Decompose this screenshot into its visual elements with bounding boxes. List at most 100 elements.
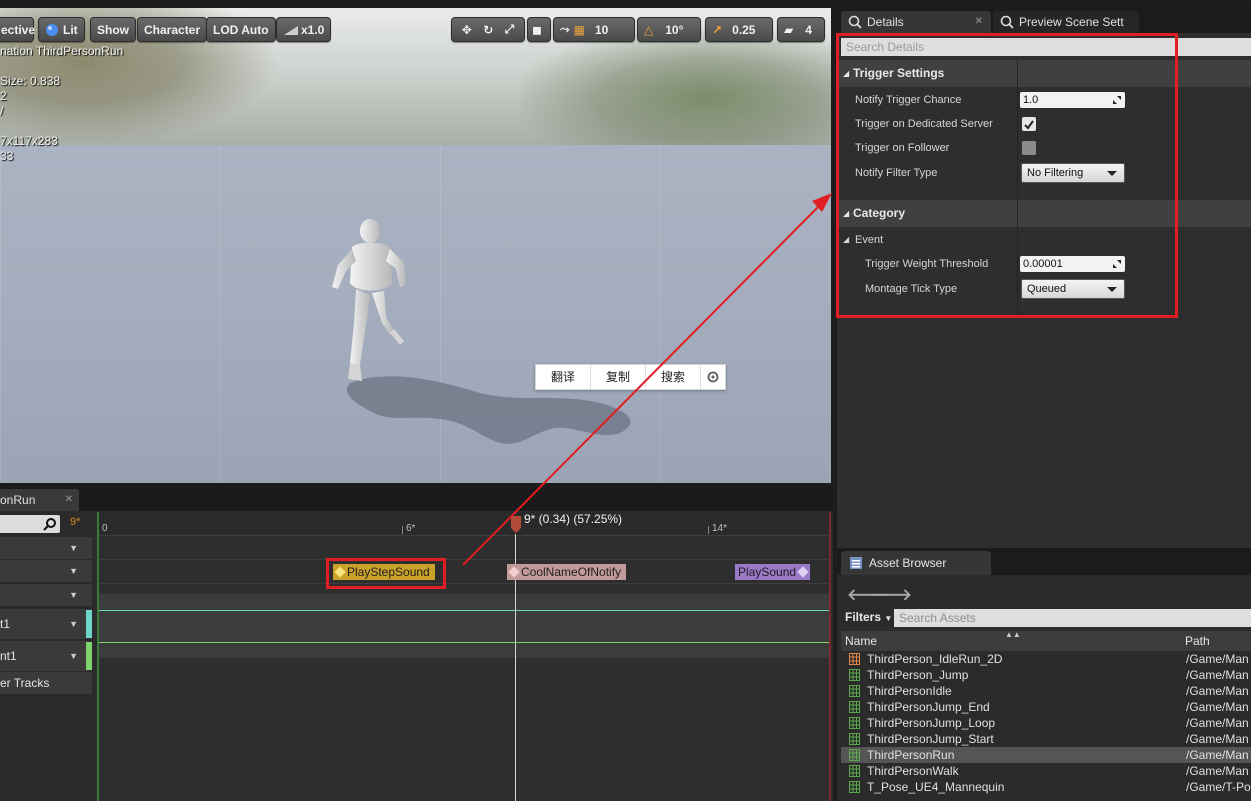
grid-snap-group[interactable]: ⤳ ▦ 10	[553, 17, 635, 42]
curve-track-2[interactable]: nt1 ▼	[0, 641, 92, 671]
asset-list-item[interactable]: ThirdPersonIdle/Game/Man	[841, 683, 1251, 699]
track-row-3[interactable]: ▼	[0, 584, 92, 606]
montage-tick-type-dropdown[interactable]: Queued	[1021, 279, 1125, 299]
dropdown-value: No Filtering	[1027, 167, 1084, 179]
character-button[interactable]: Character	[137, 17, 208, 42]
filters-button[interactable]: Filters ▼	[845, 610, 892, 624]
asset-search-input[interactable]: Search Assets	[894, 609, 1251, 627]
notify-filter-type-dropdown[interactable]: No Filtering	[1021, 163, 1125, 183]
asset-list-item[interactable]: T_Pose_UE4_Mannequin/Game/T-Po	[841, 779, 1251, 795]
asset-name: ThirdPersonJump_Start	[867, 732, 994, 746]
lod-button[interactable]: LOD Auto	[206, 17, 276, 42]
surface-snap-icon[interactable]: ⤳	[560, 22, 570, 37]
translate-menu-item[interactable]: 翻译	[536, 365, 592, 389]
playhead-label: 9* (0.34) (57.25%)	[524, 512, 623, 526]
rotation-snap-icon[interactable]: △	[644, 23, 653, 37]
scale-icon[interactable]: ⤢	[505, 22, 515, 37]
trigger-dedicated-server-checkbox[interactable]	[1022, 117, 1036, 131]
property-label: Trigger Weight Threshold	[865, 258, 989, 270]
category-header[interactable]: ◢ Category	[837, 200, 1251, 227]
lit-label: Lit	[63, 22, 78, 37]
scale-snap-icon[interactable]: ↗	[712, 23, 722, 37]
camera-speed-button[interactable]: ▰ 4	[777, 17, 825, 42]
search-menu-item[interactable]: 搜索	[646, 365, 702, 389]
notify-timeline-panel: onRun ✕ 9* ▼ ▼ ▼ t1 ▼ nt1 ▼ er Tracks 0 6* …	[0, 487, 833, 801]
notify-trigger-chance-row: Notify Trigger Chance 1.0	[837, 88, 1251, 112]
notify-coolnameofnotify[interactable]: CoolNameOfNotify	[507, 564, 627, 580]
details-search-input[interactable]: Search Details	[841, 38, 1251, 56]
rotation-snap-group[interactable]: △ 10°	[637, 17, 701, 42]
transform-mode-group[interactable]: ✥ ↻ ⤢	[451, 17, 525, 42]
track-row-2[interactable]: ▼	[0, 560, 92, 582]
perspective-label: ective	[1, 22, 36, 37]
copy-menu-item[interactable]: 复制	[591, 365, 647, 389]
translate-icon[interactable]: ✥	[462, 23, 472, 37]
translate-popup-menu[interactable]: 翻译 复制 搜索	[535, 364, 727, 390]
chevron-down-icon	[1107, 171, 1117, 176]
asset-list-item[interactable]: ThirdPersonJump_End/Game/Man	[841, 699, 1251, 715]
asset-list-item[interactable]: ThirdPersonJump_Loop/Game/Man	[841, 715, 1251, 731]
curve-line-1	[97, 610, 831, 611]
subcategory-label: Event	[855, 234, 884, 246]
asset-path: /Game/Man	[1186, 652, 1249, 666]
search-icon	[43, 518, 56, 531]
camera-icon: ▰	[784, 22, 794, 37]
trigger-follower-checkbox[interactable]	[1022, 141, 1036, 155]
tab-details[interactable]: Details ✕	[841, 11, 991, 33]
notify-trigger-chance-field[interactable]: 1.0	[1020, 92, 1125, 108]
scale-snap-value[interactable]: 0.25	[732, 23, 755, 37]
collapse-triangle-icon: ◢	[843, 235, 850, 244]
playhead-handle[interactable]	[509, 514, 523, 534]
mannequin-character[interactable]	[320, 213, 420, 388]
column-name-header[interactable]: Name	[845, 631, 877, 651]
trigger-weight-threshold-field[interactable]: 0.00001	[1020, 256, 1125, 272]
column-path-header[interactable]: Path	[1185, 631, 1210, 651]
grid-snap-icon[interactable]: ▦	[574, 23, 585, 37]
close-icon[interactable]: ✕	[65, 489, 73, 511]
chevron-down-icon[interactable]: ▼	[69, 537, 78, 559]
asset-list-item[interactable]: ThirdPerson_IdleRun_2D/Game/Man	[841, 651, 1251, 667]
scale-snap-group[interactable]: ↗ 0.25	[705, 17, 773, 42]
asset-list-item[interactable]: ThirdPersonJump_Start/Game/Man	[841, 731, 1251, 747]
track-search-input[interactable]	[0, 515, 60, 533]
perspective-button[interactable]: ective	[0, 17, 36, 42]
track-label: er Tracks	[0, 676, 50, 690]
lit-button[interactable]: Lit	[38, 17, 85, 42]
show-button[interactable]: Show	[90, 17, 136, 42]
chevron-down-icon[interactable]: ▼	[69, 609, 78, 639]
asset-path: /Game/Man	[1186, 716, 1249, 730]
dropdown-value: Queued	[1027, 283, 1067, 295]
gear-icon[interactable]	[701, 365, 725, 389]
track-row-1[interactable]: ▼	[0, 537, 92, 559]
tab-asset-browser[interactable]: Asset Browser	[841, 551, 991, 575]
event-subcategory-row[interactable]: ◢ Event	[837, 228, 1251, 252]
notify-track-area[interactable]: 0 6* 14* 9* (0.34) (57.25%) PlayStepSoun…	[97, 512, 831, 801]
rotate-icon[interactable]: ↻	[483, 23, 493, 37]
notify-label: CoolNameOfNotify	[521, 565, 622, 579]
property-label: Notify Filter Type	[855, 167, 938, 179]
world-local-toggle[interactable]: ◼	[527, 17, 551, 42]
timeline-tab[interactable]: onRun ✕	[0, 489, 79, 511]
preview-viewport[interactable]: ective Lit Show Character LOD Auto x1.0 …	[0, 8, 831, 483]
chevron-down-icon[interactable]: ▼	[69, 560, 78, 582]
timeline-ruler[interactable]: 0 6* 14* 9* (0.34) (57.25%)	[97, 512, 831, 534]
chevron-down-icon[interactable]: ▼	[69, 584, 78, 606]
rotation-snap-value[interactable]: 10°	[665, 23, 683, 37]
other-tracks-row[interactable]: er Tracks	[0, 672, 92, 694]
asset-browser-panel: 🡐 🡒 Filters ▼ Search Assets Name ▲▲ Path…	[837, 575, 1251, 801]
forward-arrow-icon[interactable]: 🡒	[869, 584, 912, 605]
animation-sequence-icon	[849, 701, 860, 713]
notify-playstepsound[interactable]: PlayStepSound	[333, 564, 435, 580]
grid-snap-value[interactable]: 10	[595, 23, 608, 37]
close-icon[interactable]: ✕	[975, 11, 983, 33]
chevron-down-icon[interactable]: ▼	[69, 641, 78, 671]
trigger-settings-header[interactable]: ◢ Trigger Settings	[837, 60, 1251, 87]
tab-details-label: Details	[867, 15, 904, 29]
notify-playsound[interactable]: PlaySound	[735, 564, 811, 580]
asset-list-item[interactable]: ThirdPersonWalk/Game/Man	[841, 763, 1251, 779]
asset-list-item[interactable]: ThirdPersonRun/Game/Man	[841, 747, 1251, 763]
tab-preview-scene-settings[interactable]: Preview Scene Sett	[993, 11, 1139, 33]
playback-speed-button[interactable]: x1.0	[276, 17, 332, 42]
curve-track-1[interactable]: t1 ▼	[0, 609, 92, 639]
asset-list-item[interactable]: ThirdPerson_Jump/Game/Man	[841, 667, 1251, 683]
